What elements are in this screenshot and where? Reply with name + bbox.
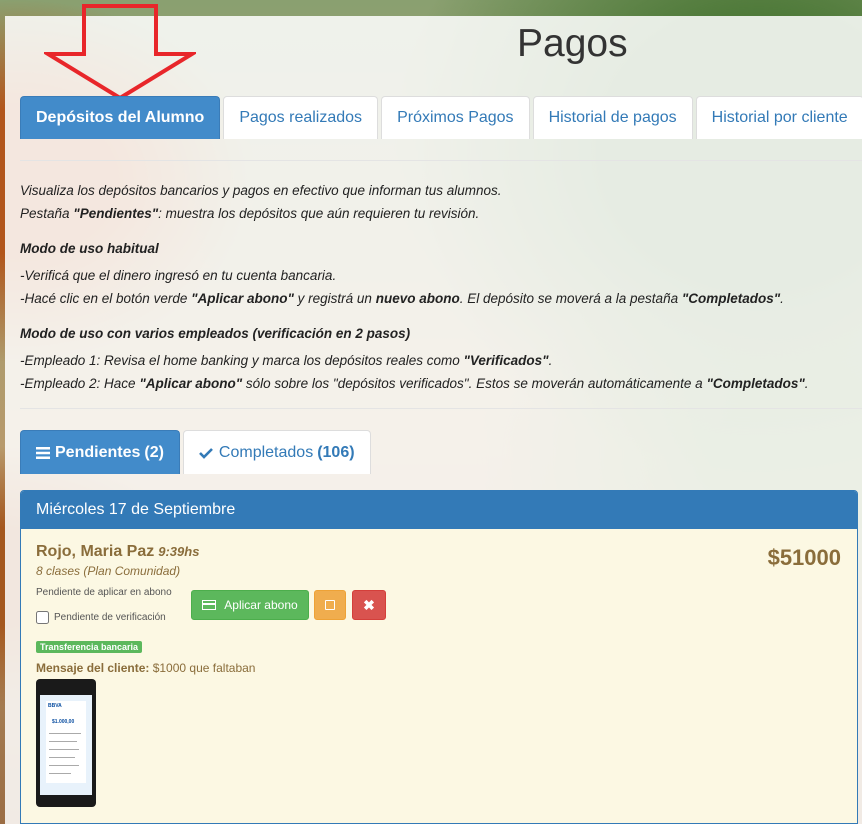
page-title: Pagos [517, 22, 628, 65]
usual-mode-heading: Modo de uso habitual [20, 241, 159, 256]
tab-completados[interactable]: Completados (106) [182, 430, 371, 474]
pendientes-label: Pendientes [55, 443, 141, 461]
credit-card-icon [202, 600, 217, 610]
tab-proximos-pagos[interactable]: Próximos Pagos [381, 96, 530, 139]
check-icon [199, 447, 213, 459]
instructions: Visualiza los depósitos bancarios y pago… [20, 182, 850, 398]
usual-step-2: -Hacé clic en el botón verde "Aplicar ab… [20, 291, 784, 306]
payment-method-badge: Transferencia bancaria [36, 641, 143, 653]
deposit-amount: $51000 [767, 545, 841, 570]
verification-checkbox[interactable] [36, 611, 49, 624]
tab-historial-de-pagos[interactable]: Historial de pagos [532, 96, 693, 139]
status-tabs: Pendientes (2) Completados (106) [20, 430, 374, 474]
verification-checkbox-row[interactable]: Pendiente de verificación [36, 611, 166, 624]
apply-abono-label: Aplicar abono [224, 598, 298, 612]
edit-button[interactable] [314, 590, 346, 620]
pendientes-count: (2) [144, 443, 164, 461]
usual-step-1: -Verificá que el dinero ingresó en tu cu… [20, 268, 337, 283]
red-arrow-annotation [44, 4, 196, 100]
completados-label: Completados [218, 443, 314, 461]
status-text: Pendiente de aplicar en abono [36, 587, 172, 598]
employee-step-2: -Empleado 2: Hace "Aplicar abono" sólo s… [20, 376, 809, 391]
student-plan: 8 clases (Plan Comunidad) [36, 564, 181, 578]
client-message: Mensaje del cliente: $1000 que faltaban [36, 661, 256, 675]
deposit-card: Miércoles 17 de Septiembre Rojo, Maria P… [20, 490, 858, 824]
edit-icon [325, 600, 335, 610]
section-divider [20, 408, 862, 409]
deposit-time: 9:39hs [158, 544, 200, 559]
tab-historial-por-cliente[interactable]: Historial por cliente [695, 96, 862, 139]
tab-pagos-realizados[interactable]: Pagos realizados [223, 96, 379, 139]
main-tabs: Depósitos del Alumno Pagos realizados Pr… [20, 96, 862, 140]
tab-pendientes[interactable]: Pendientes (2) [20, 430, 180, 474]
student-name: Rojo, Maria Paz 9:39hs [36, 543, 200, 560]
list-icon [36, 446, 50, 459]
receipt-bank-logo: BBVA [48, 703, 62, 709]
employee-step-1: -Empleado 1: Revisa el home banking y ma… [20, 353, 553, 368]
verification-label: Pendiente de verificación [54, 612, 166, 623]
tab-depositos-del-alumno[interactable]: Depósitos del Alumno [20, 96, 221, 139]
completados-count: (106) [317, 443, 355, 461]
delete-button[interactable]: ✖ [352, 590, 386, 620]
receipt-thumbnail[interactable]: BBVA $1.000,00 [36, 679, 96, 807]
deposit-date: Miércoles 17 de Septiembre [21, 491, 857, 529]
tabs-divider [20, 160, 862, 161]
apply-abono-button[interactable]: Aplicar abono [191, 590, 309, 620]
close-icon: ✖ [363, 596, 375, 613]
receipt-amount: $1.000,00 [52, 719, 75, 725]
multi-employee-heading: Modo de uso con varios empleados (verifi… [20, 326, 411, 341]
pending-tab-description: Pestaña "Pendientes": muestra los depósi… [20, 206, 480, 221]
intro-line: Visualiza los depósitos bancarios y pago… [20, 183, 502, 198]
